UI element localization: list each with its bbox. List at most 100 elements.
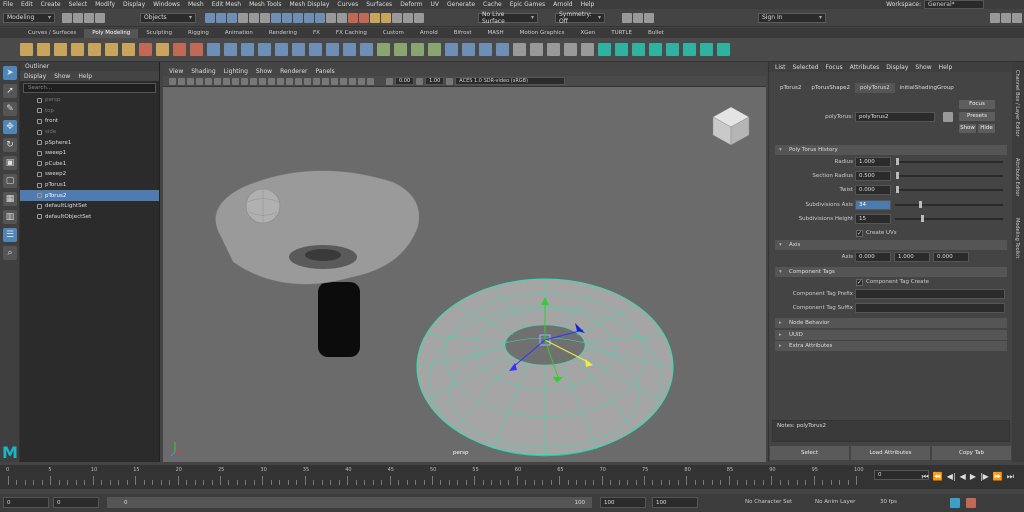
outliner-item[interactable]: front xyxy=(20,116,159,127)
poly-cone-icon[interactable] xyxy=(71,43,84,56)
gate-mask-icon[interactable] xyxy=(223,77,230,85)
outliner-item[interactable]: side xyxy=(20,127,159,138)
ae-tab-ptorus2[interactable]: pTorus2 xyxy=(775,83,806,93)
svg-icon[interactable] xyxy=(190,43,203,56)
menu-epic-games[interactable]: Epic Games xyxy=(510,1,545,8)
bevel-icon[interactable] xyxy=(326,43,339,56)
fill-hole-icon[interactable] xyxy=(360,43,373,56)
poly-plane-icon[interactable] xyxy=(105,43,118,56)
component-tag-create-checkbox[interactable]: ✓ xyxy=(856,279,863,286)
shelf-tab-sculpting[interactable]: Sculpting xyxy=(138,29,180,38)
outliner-item[interactable]: top xyxy=(20,106,159,117)
mesh-tool-g-icon[interactable] xyxy=(700,43,713,56)
scale-tool-icon[interactable]: ▣ xyxy=(3,156,17,170)
ae-menu-help[interactable]: Help xyxy=(939,64,953,71)
ae-tab-initialshadinggroup[interactable]: initialShadingGroup xyxy=(895,83,959,93)
input-connection-icon[interactable] xyxy=(943,112,953,122)
menu-file[interactable]: File xyxy=(3,1,13,8)
xray-components-icon[interactable] xyxy=(367,77,374,85)
outliner-item[interactable]: pTorus2 xyxy=(20,190,159,201)
four-view-layout-icon[interactable]: ▦ xyxy=(3,192,17,206)
boolean-icon[interactable] xyxy=(258,43,271,56)
gamma-icon[interactable] xyxy=(416,77,424,85)
subdivisions-height-slider-handle[interactable] xyxy=(921,215,924,222)
step-forward-key-icon[interactable]: ⏩ xyxy=(993,472,1003,482)
undo-icon[interactable] xyxy=(84,12,94,23)
live-surface-dropdown[interactable]: No Live Surface xyxy=(478,11,538,25)
component-tags-section[interactable]: Component Tags xyxy=(775,267,1007,277)
sign-in-dropdown[interactable]: Sign In xyxy=(758,12,826,23)
menu-edit-mesh[interactable]: Edit Mesh xyxy=(212,1,241,8)
poly-torus-icon[interactable] xyxy=(88,43,101,56)
ae-menu-display[interactable]: Display xyxy=(886,64,908,71)
section-radius-field[interactable]: 0.500 xyxy=(855,171,891,181)
workspace-dropdown[interactable]: General* xyxy=(924,0,984,9)
section-radius-slider[interactable] xyxy=(895,175,1003,177)
anti-aliasing-icon[interactable] xyxy=(331,77,338,85)
play-backwards-icon[interactable]: ◀ xyxy=(960,472,966,482)
uuid-section[interactable]: UUID xyxy=(775,330,1007,340)
menu-mesh-display[interactable]: Mesh Display xyxy=(290,1,330,8)
subdivisions-height-slider[interactable] xyxy=(895,218,1003,220)
menu-surfaces[interactable]: Surfaces xyxy=(366,1,392,8)
cylindrical-uv-icon[interactable] xyxy=(479,43,492,56)
ae-menu-attributes[interactable]: Attributes xyxy=(850,64,880,71)
connect-icon[interactable] xyxy=(411,43,424,56)
poly-disc-icon[interactable] xyxy=(122,43,135,56)
menu-edit[interactable]: Edit xyxy=(21,1,33,8)
smooth-icon[interactable] xyxy=(241,43,254,56)
paint-select-tool-icon[interactable]: ✎ xyxy=(3,102,17,116)
super-shape-icon[interactable] xyxy=(139,43,152,56)
combine-icon[interactable] xyxy=(207,43,220,56)
menu-mesh-tools[interactable]: Mesh Tools xyxy=(249,1,281,8)
animation-end-field[interactable]: 100 xyxy=(652,497,698,508)
move-tool-icon[interactable]: ✥ xyxy=(3,120,17,134)
textured-icon[interactable] xyxy=(286,77,293,85)
menu-windows[interactable]: Windows xyxy=(153,1,180,8)
automatic-uv-icon[interactable] xyxy=(445,43,458,56)
outliner-item[interactable]: persp xyxy=(20,95,159,106)
shelf-tab-xgen[interactable]: XGen xyxy=(572,29,603,38)
view-transform-dropdown[interactable]: ACES 1.0 SDR-video (sRGB) xyxy=(455,77,566,85)
mesh-tool-c-icon[interactable] xyxy=(632,43,645,56)
lights-icon[interactable] xyxy=(295,77,302,85)
axis-y-field[interactable]: 1.000 xyxy=(894,252,930,262)
menu-arnold[interactable]: Arnold xyxy=(553,1,572,8)
select-object-icon[interactable] xyxy=(216,12,226,23)
shelf-tab-custom[interactable]: Custom xyxy=(375,29,412,38)
ae-tab-polytorus2[interactable]: polyTorus2 xyxy=(855,83,895,93)
side-by-side-layout-icon[interactable]: ▥ xyxy=(3,210,17,224)
radius-slider-handle[interactable] xyxy=(896,158,899,165)
ipr-render-icon[interactable] xyxy=(359,12,369,23)
side-tab-channel-box[interactable]: Channel Box / Layer Editor xyxy=(1014,70,1020,137)
freeze-transform-icon[interactable] xyxy=(564,43,577,56)
viewport-panel[interactable]: View Shading Lighting Show Renderer Panels 0.… xyxy=(163,66,766,462)
uv-editor-icon[interactable] xyxy=(496,43,509,56)
anim-layer-dropdown[interactable]: No Anim Layer xyxy=(815,497,855,508)
radius-slider[interactable] xyxy=(895,161,1003,163)
append-polygon-icon[interactable] xyxy=(343,43,356,56)
outliner-item[interactable]: pCube1 xyxy=(20,159,159,170)
step-back-frame-icon[interactable]: ◀| xyxy=(947,472,956,482)
symmetry-dropdown[interactable]: Symmetry: Off xyxy=(555,11,605,25)
step-back-key-icon[interactable]: ⏪ xyxy=(933,472,943,482)
shelf-tab-fx[interactable]: FX xyxy=(305,29,328,38)
character-set-dropdown[interactable]: No Character Set xyxy=(745,497,792,508)
outliner-menu-help[interactable]: Help xyxy=(78,73,92,80)
wireframe-icon[interactable] xyxy=(250,77,257,85)
quad-draw-icon[interactable] xyxy=(428,43,441,56)
viewport-menu-shading[interactable]: Shading xyxy=(191,68,215,75)
render-settings-icon[interactable] xyxy=(370,12,380,23)
menu-help[interactable]: Help xyxy=(581,1,595,8)
ae-menu-selected[interactable]: Selected xyxy=(793,64,819,71)
poly-type-icon[interactable] xyxy=(173,43,186,56)
shelf-tab-bullet[interactable]: Bullet xyxy=(640,29,672,38)
arnold-render-view-icon[interactable] xyxy=(392,12,402,23)
outliner-layout-icon[interactable]: ☰ xyxy=(3,228,17,242)
snap-curve-icon[interactable] xyxy=(282,12,292,23)
ae-menu-focus[interactable]: Focus xyxy=(826,64,843,71)
camera-attributes-icon[interactable] xyxy=(169,77,176,85)
shelf-tab-bifrost[interactable]: Bifrost xyxy=(446,29,480,38)
subdivisions-axis-slider-handle[interactable] xyxy=(919,201,922,208)
animation-start-field[interactable]: 0 xyxy=(3,497,49,508)
